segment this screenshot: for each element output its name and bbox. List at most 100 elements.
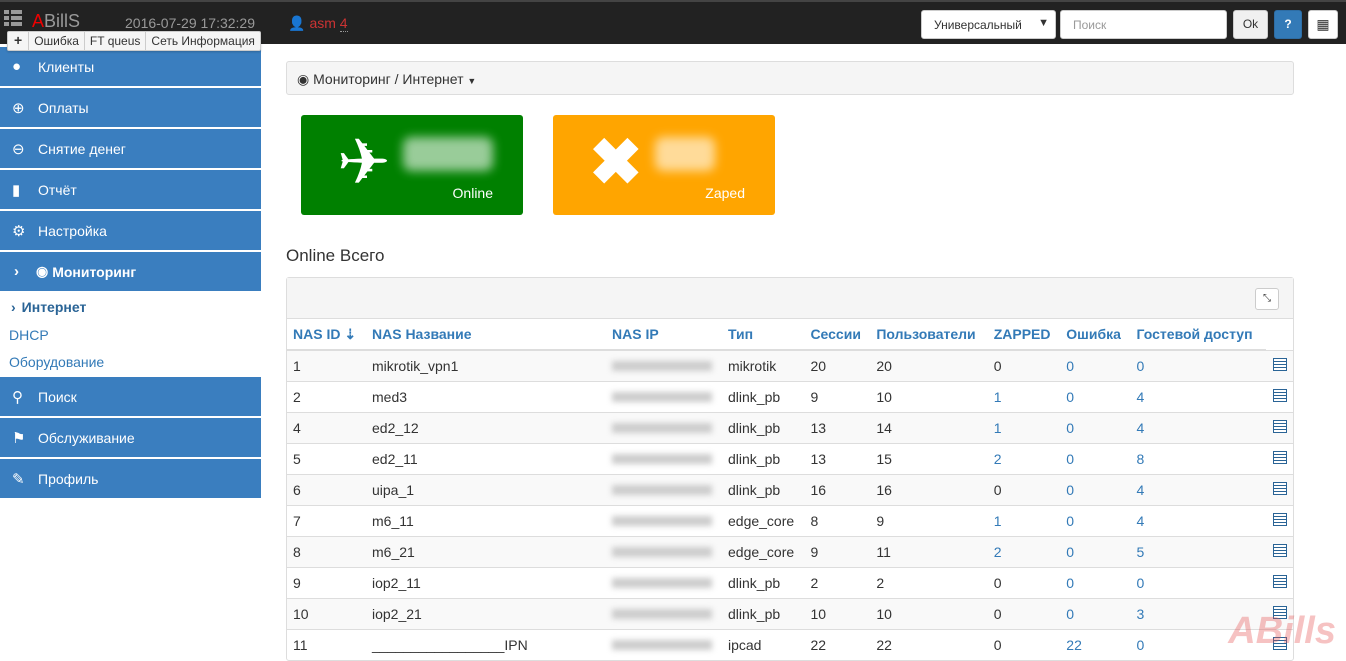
count-link[interactable]: 0 bbox=[1066, 451, 1074, 467]
count-link[interactable]: 3 bbox=[1137, 606, 1145, 622]
count-link[interactable]: 0 bbox=[1066, 513, 1074, 529]
sidebar-sub-equipment[interactable]: Оборудование bbox=[0, 349, 261, 377]
online-tile[interactable]: ✈ Online bbox=[301, 115, 523, 215]
menu-icon[interactable] bbox=[4, 10, 22, 26]
column-header[interactable]: ZAPPED bbox=[987, 319, 1061, 351]
list-icon[interactable] bbox=[1273, 512, 1287, 526]
search-type-select[interactable]: Универсальный ▼ bbox=[921, 10, 1056, 39]
sidebar-item-settings[interactable]: ⚙ Настройка bbox=[0, 211, 261, 252]
link-cell: 4 bbox=[1130, 504, 1266, 536]
compress-button[interactable]: ⤡ bbox=[1255, 288, 1279, 310]
count-link[interactable]: 5 bbox=[1137, 544, 1145, 560]
list-icon[interactable] bbox=[1273, 419, 1287, 433]
count-link[interactable]: 4 bbox=[1137, 389, 1145, 405]
count-link[interactable]: 4 bbox=[1137, 420, 1145, 436]
count-link[interactable]: 0 bbox=[1137, 575, 1145, 591]
count-link[interactable]: 22 bbox=[1066, 637, 1082, 653]
count-link[interactable]: 2 bbox=[994, 451, 1002, 467]
sort-icon[interactable]: ⇣ bbox=[340, 326, 356, 342]
count-link[interactable]: 0 bbox=[994, 482, 1002, 498]
column-header[interactable]: NAS IP bbox=[606, 319, 722, 351]
count-link[interactable]: 0 bbox=[1066, 482, 1074, 498]
count-link[interactable]: 1 bbox=[994, 420, 1002, 436]
column-header[interactable]: Ошибка bbox=[1060, 319, 1131, 351]
sidebar-sub-dhcp[interactable]: DHCP bbox=[0, 321, 261, 349]
list-icon[interactable] bbox=[1273, 543, 1287, 557]
count-link[interactable]: 0 bbox=[1066, 389, 1074, 405]
blurred-ip bbox=[612, 577, 712, 588]
column-header[interactable]: Сессии bbox=[804, 319, 871, 351]
logo[interactable]: ABillS bbox=[32, 11, 80, 32]
nas-ip-blurred bbox=[606, 535, 722, 567]
count-link[interactable]: 2 bbox=[994, 544, 1002, 560]
count-link[interactable]: 0 bbox=[1066, 420, 1074, 436]
count-link[interactable]: 0 bbox=[1066, 606, 1074, 622]
column-header[interactable]: NAS ID ⇣ bbox=[287, 319, 366, 351]
link-cell: 0 bbox=[1060, 566, 1131, 598]
sidebar-item-profile[interactable]: ✎ Профиль bbox=[0, 459, 261, 500]
quick-link-error[interactable]: Ошибка bbox=[29, 32, 85, 50]
count-link[interactable]: 0 bbox=[994, 575, 1002, 591]
quick-add-button[interactable]: + bbox=[8, 32, 30, 50]
caret-down-icon: ▼ bbox=[1038, 17, 1049, 29]
list-icon[interactable] bbox=[1273, 388, 1287, 402]
list-icon[interactable] bbox=[1273, 481, 1287, 495]
quick-link-ft-queus[interactable]: FT queus bbox=[85, 32, 147, 50]
count-link[interactable]: 0 bbox=[1066, 575, 1074, 591]
cell: 4 bbox=[287, 411, 366, 443]
count-link[interactable]: 0 bbox=[994, 637, 1002, 653]
count-link[interactable]: 8 bbox=[1137, 451, 1145, 467]
ok-button[interactable]: Ok bbox=[1233, 10, 1268, 39]
sidebar-item-monitoring[interactable]: › ◉ Мониторинг bbox=[0, 252, 261, 293]
count-link[interactable]: 0 bbox=[1066, 544, 1074, 560]
sidebar-item-fees[interactable]: ⊖ Снятие денег bbox=[0, 129, 261, 170]
count-link[interactable]: 4 bbox=[1137, 513, 1145, 529]
help-button[interactable]: ? bbox=[1274, 10, 1302, 39]
datetime: 2016-07-29 17:32:29 bbox=[125, 15, 255, 31]
qr-code-icon: ▦ bbox=[1316, 16, 1330, 32]
count-link[interactable]: 0 bbox=[1137, 637, 1145, 653]
count-link[interactable]: 0 bbox=[1137, 358, 1145, 374]
count-link[interactable]: 0 bbox=[994, 606, 1002, 622]
chevron-right-icon: › bbox=[14, 263, 19, 280]
cell: _________________IPN bbox=[366, 628, 606, 660]
list-icon[interactable] bbox=[1273, 357, 1287, 371]
sidebar-item-reports[interactable]: ▮ Отчёт bbox=[0, 170, 261, 211]
column-header[interactable]: NAS Название bbox=[366, 319, 606, 351]
search-input[interactable]: Поиск bbox=[1060, 10, 1227, 39]
user-link[interactable]: 👤 asm 4 bbox=[288, 15, 348, 32]
list-icon[interactable] bbox=[1273, 574, 1287, 588]
zaped-count-blurred bbox=[655, 137, 715, 171]
plane-icon: ✈ bbox=[337, 126, 391, 198]
count-link[interactable]: 1 bbox=[994, 389, 1002, 405]
blurred-ip bbox=[612, 453, 712, 464]
cell: dlink_pb bbox=[722, 442, 805, 474]
details-cell bbox=[1265, 473, 1293, 505]
count-link[interactable]: 4 bbox=[1137, 482, 1145, 498]
list-icon[interactable] bbox=[1273, 450, 1287, 464]
cell: 9 bbox=[870, 504, 988, 536]
count-link[interactable]: 0 bbox=[994, 358, 1002, 374]
column-header[interactable]: Пользователи bbox=[870, 319, 988, 351]
column-header[interactable]: Тип bbox=[722, 319, 805, 351]
chevron-right-icon: › bbox=[11, 299, 16, 315]
cell: 14 bbox=[870, 411, 988, 443]
sidebar-item-maintenance[interactable]: ⚑ Обслуживание bbox=[0, 418, 261, 459]
count-link[interactable]: 1 bbox=[994, 513, 1002, 529]
nas-ip-blurred bbox=[606, 411, 722, 443]
breadcrumb[interactable]: ◉ Мониторинг / Интернет ▼ bbox=[286, 61, 1294, 95]
link-cell: 4 bbox=[1130, 411, 1266, 443]
quick-link-network-info[interactable]: Сеть Информация bbox=[146, 32, 260, 50]
link-cell: 2 bbox=[987, 535, 1061, 567]
nas-ip-blurred bbox=[606, 597, 722, 629]
count-link[interactable]: 0 bbox=[1066, 358, 1074, 374]
cell: 9 bbox=[804, 535, 871, 567]
sidebar-item-payments[interactable]: ⊕ Оплаты bbox=[0, 88, 261, 129]
nas-table-panel: ⤡ NAS ID ⇣ NAS Название NAS IP Тип Сессии Пол… bbox=[286, 277, 1294, 661]
sidebar-item-clients[interactable]: ● Клиенты bbox=[0, 47, 261, 88]
sidebar-sub-internet[interactable]: › Интернет bbox=[0, 293, 261, 321]
zaped-tile[interactable]: ✖ Zaped bbox=[553, 115, 775, 215]
qr-code-button[interactable]: ▦ bbox=[1308, 10, 1338, 39]
column-header[interactable]: Гостевой доступ bbox=[1130, 319, 1266, 351]
sidebar-item-search[interactable]: ⚲ Поиск bbox=[0, 377, 261, 418]
